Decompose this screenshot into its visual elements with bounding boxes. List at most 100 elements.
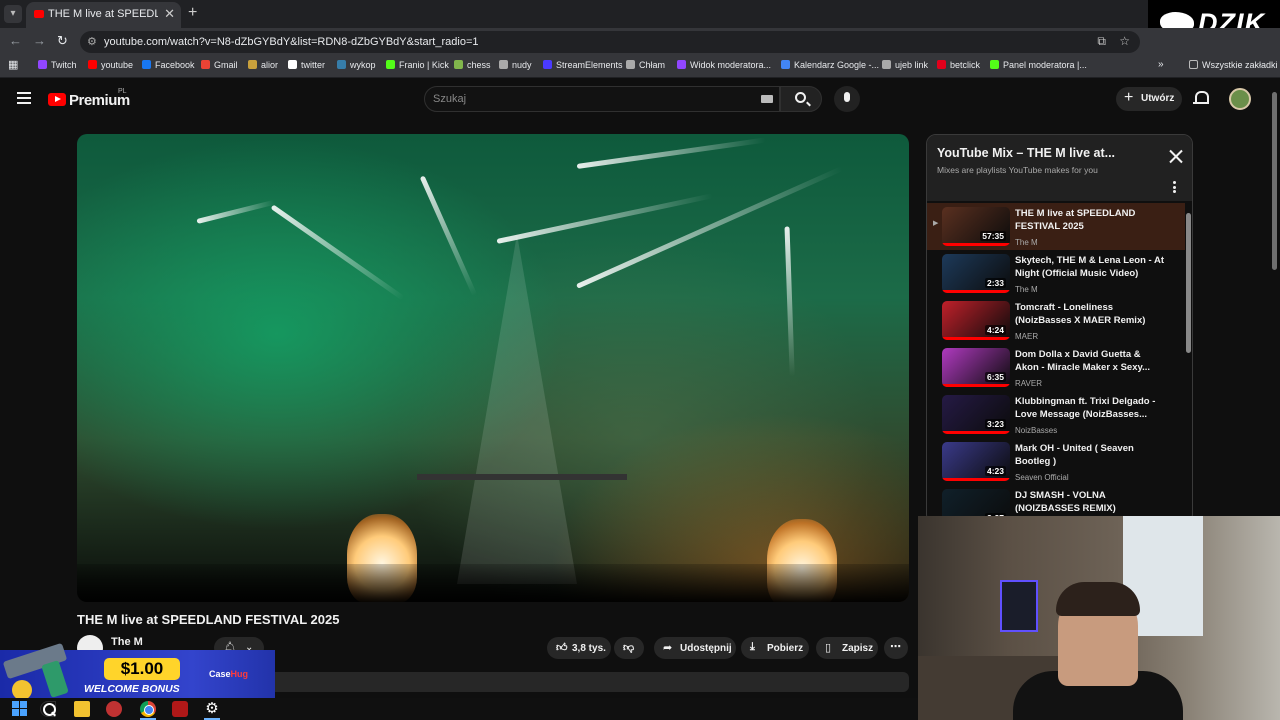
like-button[interactable]: 👍︎ 3,8 tys. (547, 637, 611, 659)
playlist-item[interactable]: 4:23 Mark OH - United ( Seaven Bootleg ) S… (927, 438, 1185, 485)
bookmark-favicon-icon (677, 60, 686, 69)
playlist-item-channel: NoizBasses (1015, 426, 1058, 435)
bookmark-icon: ▯ (825, 642, 832, 654)
apps-grid-icon[interactable]: ▦ (8, 58, 18, 71)
account-avatar[interactable] (1229, 88, 1251, 110)
search-input[interactable] (433, 91, 753, 107)
playlist-thumbnail[interactable]: 4:24 (942, 301, 1010, 340)
bookmark-item[interactable]: nudy (499, 60, 532, 70)
playlist-item[interactable]: ▶ 57:35 THE M live at SPEEDLAND FESTIVAL 2… (927, 203, 1185, 250)
bonus-text: WELCOME BONUS (84, 683, 180, 695)
crowd-silhouette (77, 564, 909, 602)
save-button[interactable]: ▯ Zapisz (816, 637, 878, 659)
bookmark-label: Gmail (214, 60, 238, 70)
playlist-thumbnail[interactable]: 2:33 (942, 254, 1010, 293)
save-label: Zapisz (842, 643, 874, 654)
bookmark-label: betclick (950, 60, 981, 70)
playlist-item[interactable]: 3:23 Klubbingman ft. Trixi Delgado - Love… (927, 391, 1185, 438)
playlist-thumbnail[interactable]: 3:23 (942, 395, 1010, 434)
playlist-item-channel: Seaven Official (1015, 473, 1069, 482)
playlist-duration: 6:35 (984, 372, 1006, 382)
bookmark-label: nudy (512, 60, 532, 70)
create-button[interactable]: + Utwórz (1116, 87, 1182, 111)
bookmark-item[interactable]: alior (248, 60, 278, 70)
bookmark-item[interactable]: wykop (337, 60, 376, 70)
bookmark-item[interactable]: chess (454, 60, 491, 70)
playlist-thumbnail[interactable]: 57:35 (942, 207, 1010, 246)
bookmark-item[interactable]: StreamElements (543, 60, 623, 70)
light-beam (270, 204, 405, 301)
search-button[interactable] (780, 86, 822, 112)
playlist-thumbnail[interactable]: 4:23 (942, 442, 1010, 481)
bookmark-favicon-icon (386, 60, 395, 69)
forward-arrow-icon[interactable]: → (33, 33, 46, 48)
browser-tab-active[interactable]: THE M live at SPEEDLAND F ✕ (26, 2, 181, 28)
channel-name[interactable]: The M (111, 636, 143, 648)
chrome-icon[interactable] (140, 701, 156, 717)
bookmark-item[interactable]: Franio | Kick (386, 60, 449, 70)
bookmark-item[interactable]: Kalendarz Google -... (781, 60, 879, 70)
tab-search-icon[interactable]: ▾ (4, 5, 22, 23)
playlist-item[interactable]: 4:24 Tomcraft - Loneliness (NoizBasses X … (927, 297, 1185, 344)
playlist-duration: 57:35 (980, 231, 1006, 241)
playlist-duration: 3:23 (984, 419, 1006, 429)
bookmark-item[interactable]: Widok moderatora... (677, 60, 771, 70)
guide-menu-icon[interactable] (17, 92, 31, 104)
video-player[interactable] (77, 134, 909, 602)
more-actions-button[interactable]: ⋯ (884, 637, 908, 659)
bookmarks-overflow-chevron-icon[interactable]: » (1158, 59, 1164, 70)
bookmark-label: twitter (301, 60, 326, 70)
reload-icon[interactable]: ↻ (57, 33, 68, 49)
playlist-title[interactable]: YouTube Mix – THE M live at... (937, 146, 1115, 160)
install-app-icon[interactable]: ⧉ (1097, 34, 1106, 49)
more-vert-icon[interactable] (1173, 181, 1176, 193)
bookmark-item[interactable]: youtube (88, 60, 133, 70)
webcam-overlay (918, 516, 1280, 720)
tab-close-icon[interactable]: ✕ (164, 6, 175, 22)
taskbar-app-icon[interactable] (172, 701, 188, 717)
page-scrollbar[interactable] (1272, 92, 1277, 270)
voice-search-mic-icon[interactable] (834, 86, 860, 112)
close-icon[interactable] (1169, 149, 1183, 163)
share-button[interactable]: ➦ Udostępnij (654, 637, 736, 659)
playlist-thumbnail[interactable]: 6:35 (942, 348, 1010, 387)
all-bookmarks-folder[interactable]: Wszystkie zakładki (1189, 60, 1278, 70)
bookmark-item[interactable]: Facebook (142, 60, 195, 70)
taskbar-search-icon[interactable] (40, 701, 56, 717)
bookmark-item[interactable]: Twitch (38, 60, 77, 70)
file-explorer-icon[interactable] (74, 701, 90, 717)
windows-start-icon[interactable] (12, 701, 28, 717)
bookmark-item[interactable]: ujeb link (882, 60, 928, 70)
bookmark-item[interactable]: Chłam (626, 60, 665, 70)
more-dots-icon: ⋯ (890, 641, 901, 653)
bookmark-item[interactable]: twitter (288, 60, 325, 70)
youtube-logo-icon[interactable] (48, 93, 66, 106)
like-count: 3,8 tys. (572, 643, 606, 654)
dislike-button[interactable]: 👎︎ (614, 637, 644, 659)
notifications-bell-icon[interactable] (1193, 90, 1209, 106)
light-beam (196, 199, 276, 224)
bookmark-item[interactable]: betclick (937, 60, 980, 70)
site-info-icon[interactable]: ⚙ (87, 35, 97, 48)
back-arrow-icon[interactable]: ← (9, 33, 22, 48)
bookmark-item[interactable]: Panel moderatora |... (990, 60, 1087, 70)
bookmarks-bar: ▦ » Wszystkie zakładki Twitch youtube Face… (0, 56, 1280, 78)
bookmark-favicon-icon (288, 60, 297, 69)
playlist-item[interactable]: 2:33 Skytech, THE M & Lena Leon - At Nigh… (927, 250, 1185, 297)
bookmark-favicon-icon (882, 60, 891, 69)
playlist-item[interactable]: 6:35 Dom Dolla x David Guetta & Akon - Mi… (927, 344, 1185, 391)
bookmark-item[interactable]: Gmail (201, 60, 238, 70)
new-tab-icon[interactable]: + (188, 4, 197, 22)
taskbar-app-icon[interactable] (106, 701, 122, 717)
bookmark-label: Twitch (51, 60, 77, 70)
thumbs-up-icon: 👍︎ (556, 642, 568, 654)
download-button[interactable]: ⤓ Pobierz (741, 637, 809, 659)
bookmark-star-icon[interactable]: ☆ (1119, 34, 1130, 48)
bookmark-label: Panel moderatora |... (1003, 60, 1087, 70)
playlist-scrollbar[interactable] (1186, 213, 1191, 353)
address-bar[interactable]: ⚙ youtube.com/watch?v=N8-dZbGYBdY&list=R… (80, 31, 1140, 53)
sponsor-logo-part-a: Case (209, 669, 231, 679)
keyboard-icon[interactable] (761, 95, 773, 103)
playlist-item-title: THE M live at SPEEDLAND FESTIVAL 2025 (1015, 208, 1136, 232)
settings-gear-icon[interactable]: ⚙ (204, 701, 220, 717)
